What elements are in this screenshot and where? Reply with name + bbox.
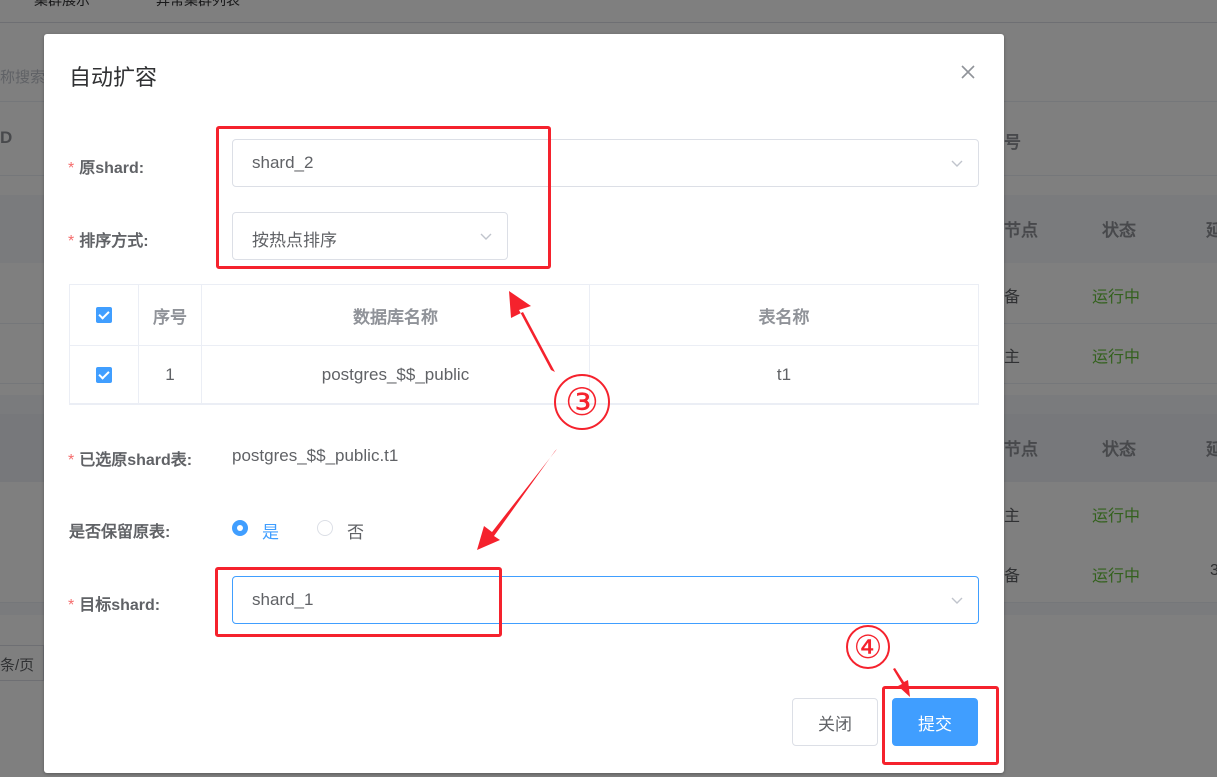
arrow-down-right-icon — [893, 668, 910, 697]
arrow-up-icon — [509, 291, 555, 372]
arrow-down-icon — [477, 449, 557, 550]
annotation-arrows — [477, 291, 910, 697]
